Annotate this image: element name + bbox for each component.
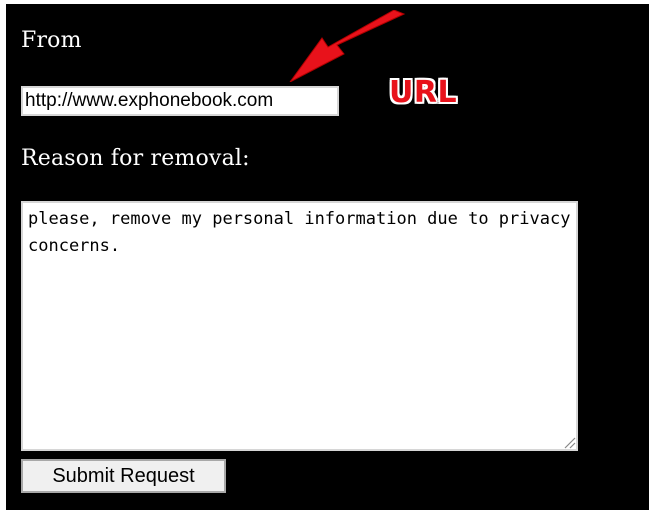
submit-request-button[interactable]: Submit Request bbox=[21, 459, 226, 493]
resize-grip-icon[interactable] bbox=[564, 437, 576, 449]
reason-label: Reason for removal: bbox=[21, 146, 250, 171]
removal-form-panel: From Reason for removal: please, remove … bbox=[6, 4, 649, 510]
red-arrow-icon bbox=[289, 10, 406, 82]
url-annotation-label: URL bbox=[389, 75, 458, 110]
from-label: From bbox=[21, 28, 82, 53]
reason-textarea[interactable]: please, remove my personal information d… bbox=[21, 201, 578, 451]
url-input[interactable] bbox=[21, 86, 339, 116]
